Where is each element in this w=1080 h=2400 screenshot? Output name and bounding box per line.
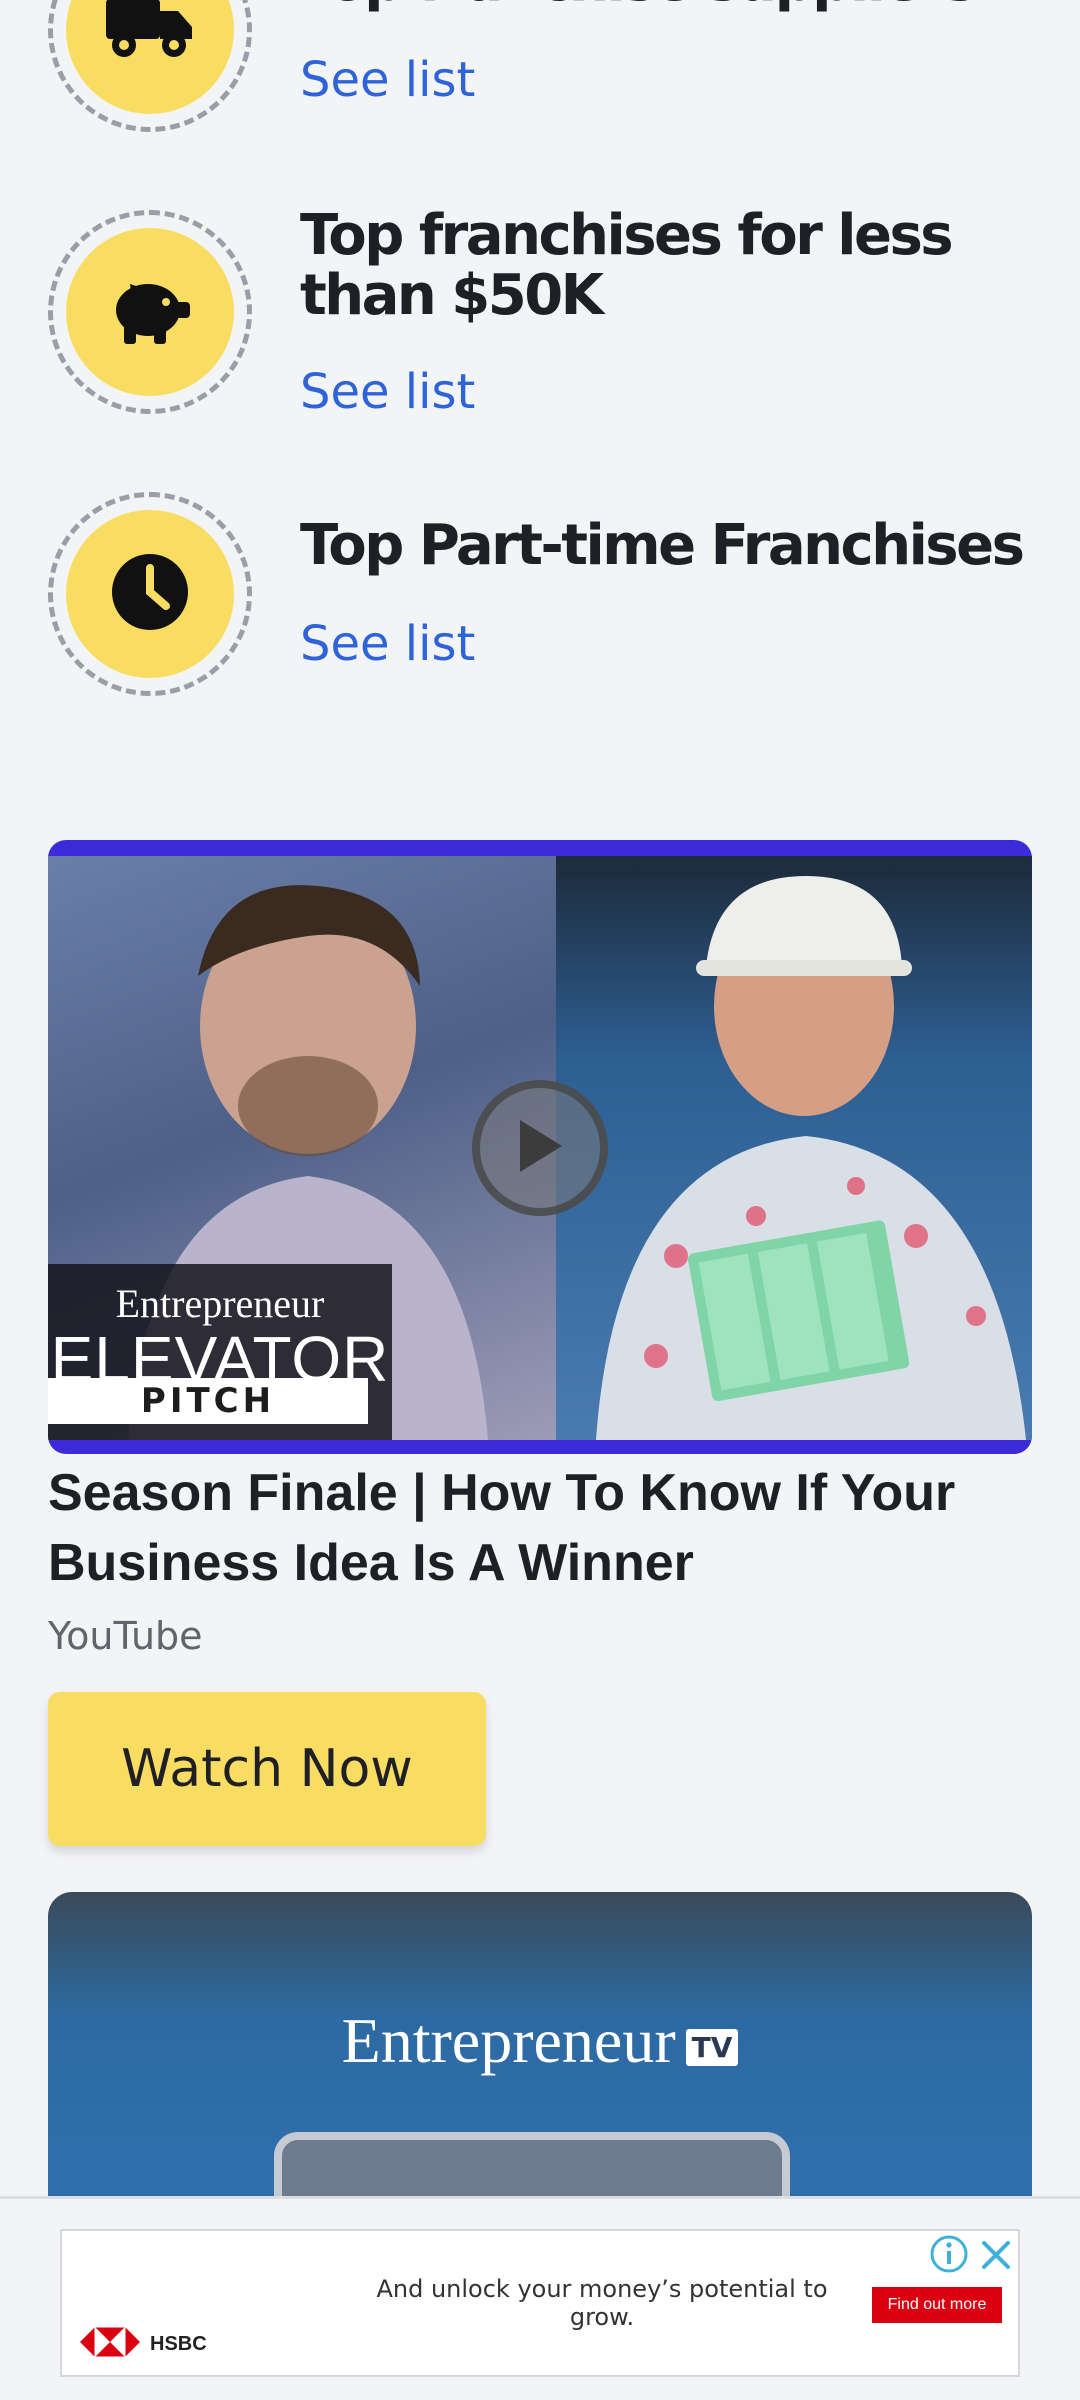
close-icon[interactable]: [976, 2235, 1016, 2275]
video-source: YouTube: [48, 1614, 203, 1658]
logo-brand: Entrepreneur: [115, 1281, 325, 1326]
ad-logo: HSBC: [80, 2326, 207, 2362]
video-card[interactable]: Entrepreneur ELEVATOR PITCH: [48, 840, 1032, 1454]
ad-text: And unlock your money’s potential to gro…: [376, 2275, 828, 2331]
ad-brand: HSBC: [150, 2333, 207, 2355]
truck-badge: [48, 0, 252, 132]
page: Top franchise suppliers See list Top fra: [0, 0, 1080, 2400]
clock-badge: [48, 492, 252, 696]
tv-brand: Entrepreneur TV: [48, 2004, 1032, 2078]
tv-brand-name: Entrepreneur: [341, 2005, 676, 2076]
logo-pitch: PITCH: [48, 1378, 368, 1424]
ad-banner: And unlock your money’s potential to gro…: [0, 2196, 1080, 2400]
video-thumbnail-right: [556, 856, 1032, 1440]
clock-icon: [110, 552, 190, 637]
elevator-pitch-logo: Entrepreneur ELEVATOR PITCH: [48, 1264, 392, 1440]
piggy-bank-icon: [108, 274, 192, 351]
ad-cta-button[interactable]: Find out more: [872, 2287, 1002, 2323]
list-item-title: Top Part-time Franchises: [300, 513, 1025, 578]
see-list-link[interactable]: See list: [300, 364, 475, 420]
tv-badge: TV: [685, 2028, 739, 2066]
truck-icon: [104, 0, 196, 68]
info-icon[interactable]: [928, 2233, 970, 2275]
play-button[interactable]: [472, 1080, 608, 1216]
see-list-link[interactable]: See list: [300, 52, 475, 108]
hsbc-hexagon-icon: [80, 2326, 140, 2362]
piggy-bank-badge: [48, 210, 252, 414]
ad-box[interactable]: And unlock your money’s potential to gro…: [60, 2229, 1020, 2377]
watch-now-button[interactable]: Watch Now: [48, 1692, 486, 1846]
see-list-link[interactable]: See list: [300, 616, 475, 672]
video-title[interactable]: Season Finale | How To Know If Your Busi…: [48, 1458, 1048, 1598]
list-item-title: Top franchises for less than $50K: [300, 203, 954, 328]
video-thumbnail[interactable]: Entrepreneur ELEVATOR PITCH: [48, 856, 1032, 1440]
list-item-title: Top franchise suppliers: [300, 0, 1040, 12]
play-icon: [514, 1116, 566, 1181]
